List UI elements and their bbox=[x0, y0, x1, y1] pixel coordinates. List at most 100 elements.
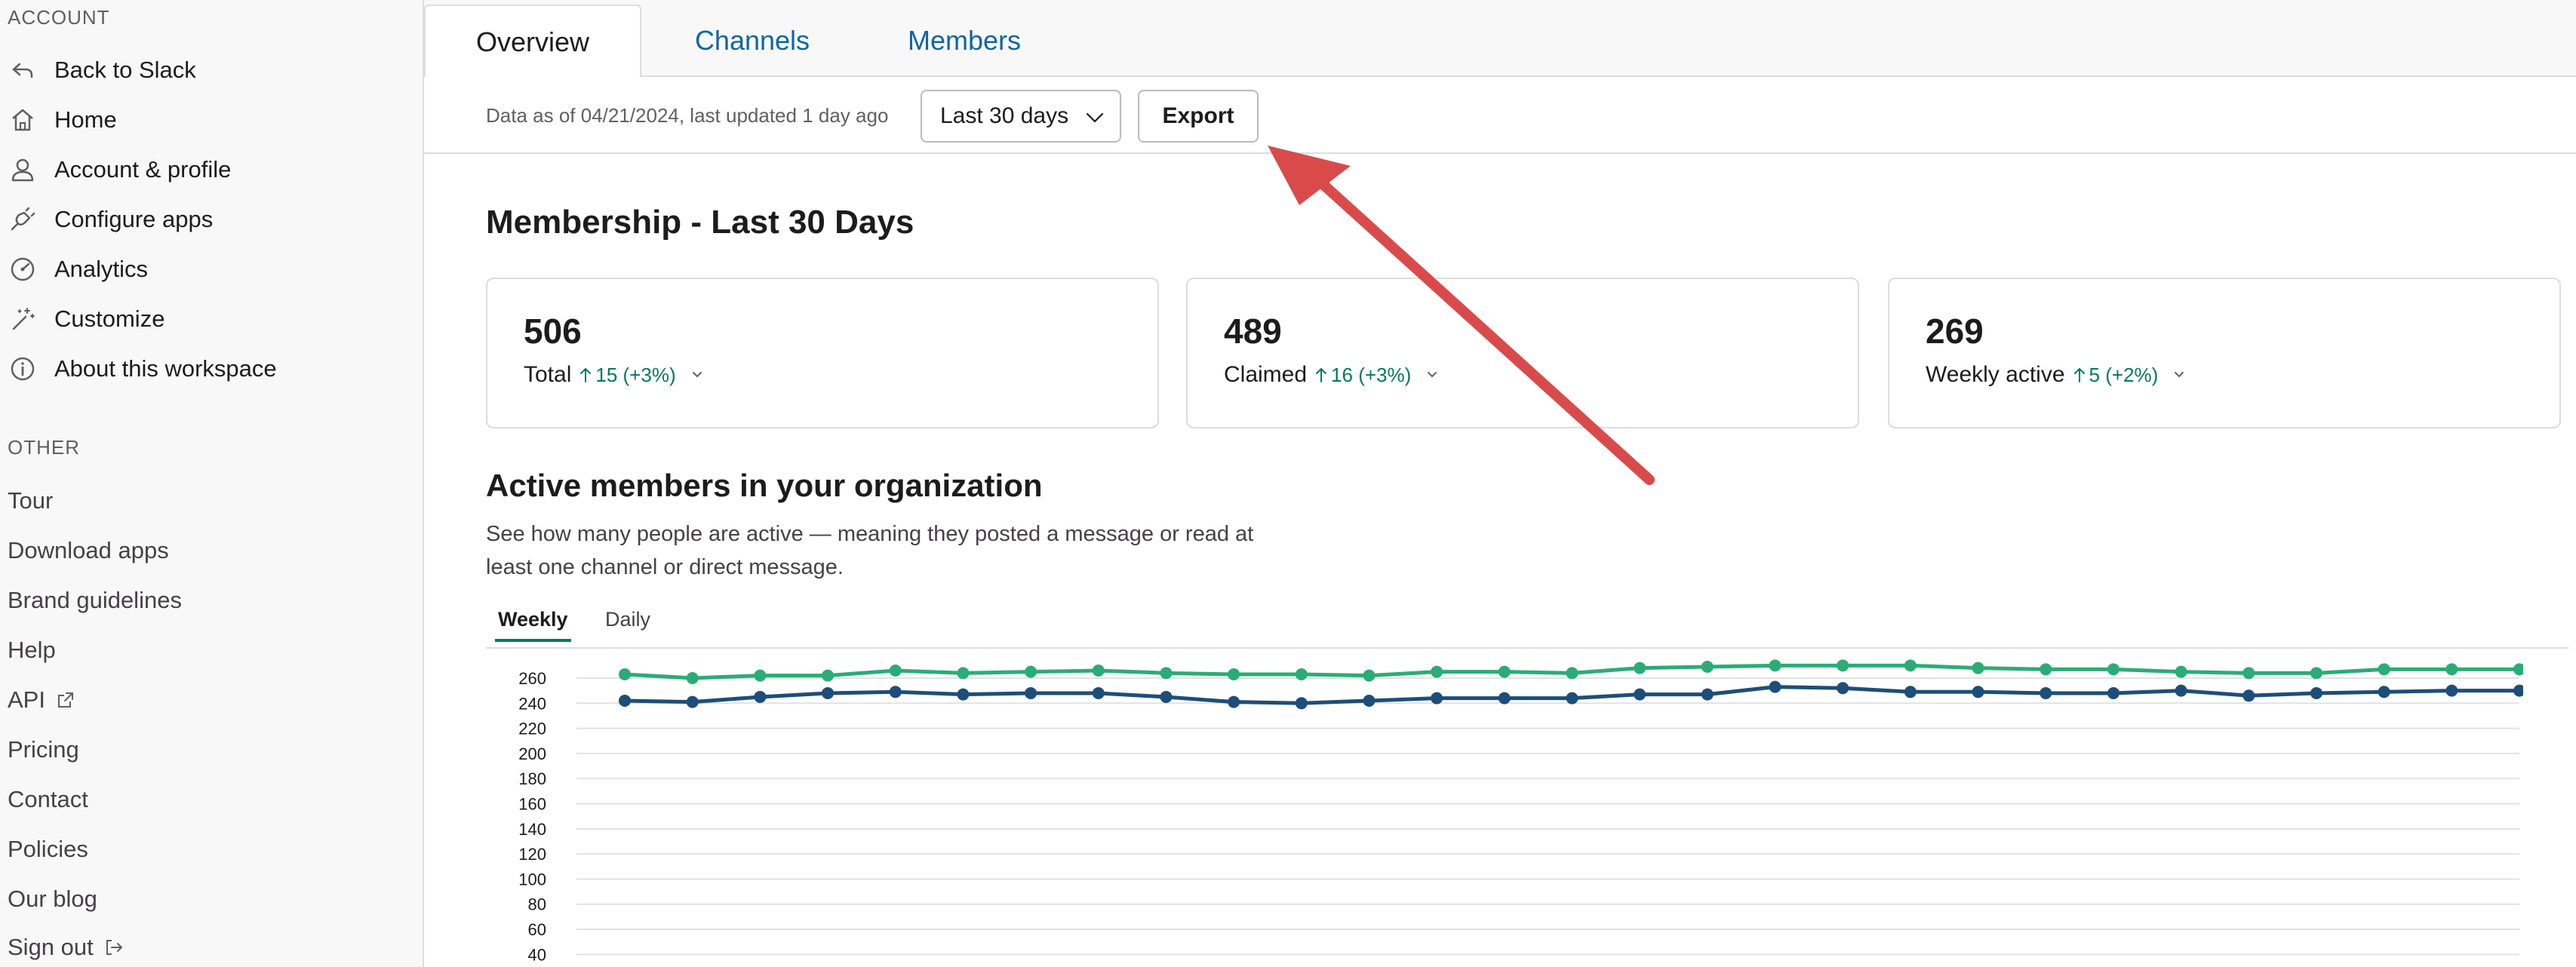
data-point[interactable] bbox=[1634, 662, 1646, 674]
sidebar-item-account-profile[interactable]: Account & profile bbox=[0, 147, 407, 192]
data-point[interactable] bbox=[1431, 692, 1443, 705]
sidebar-link-contact[interactable]: Contact bbox=[8, 786, 88, 813]
data-point[interactable] bbox=[957, 688, 970, 701]
data-point[interactable] bbox=[889, 686, 902, 698]
sidebar-link-label: Tour bbox=[8, 487, 54, 514]
data-point[interactable] bbox=[1092, 686, 1105, 699]
stat-card-weekly-active: 269 Weekly active 5 (+2%) bbox=[1888, 278, 2561, 428]
sign-out-icon bbox=[104, 938, 124, 957]
data-point[interactable] bbox=[1769, 680, 1781, 693]
data-point[interactable] bbox=[1498, 665, 1511, 678]
sidebar-link-brand-guidelines[interactable]: Brand guidelines bbox=[8, 587, 182, 614]
data-point[interactable] bbox=[1566, 667, 1578, 680]
stat-change: 5 (+2%) bbox=[2073, 364, 2187, 387]
sidebar-link-download-apps[interactable]: Download apps bbox=[8, 537, 169, 564]
chevron-down-icon[interactable] bbox=[1425, 367, 1440, 382]
sidebar-item-label: Home bbox=[54, 106, 117, 133]
sidebar-link-api[interactable]: API bbox=[8, 686, 75, 714]
data-point[interactable] bbox=[2445, 663, 2458, 676]
data-point[interactable] bbox=[1701, 660, 1714, 673]
export-button[interactable]: Export bbox=[1138, 90, 1259, 143]
data-point[interactable] bbox=[957, 667, 970, 680]
chevron-down-icon[interactable] bbox=[690, 367, 705, 382]
data-point[interactable] bbox=[2107, 663, 2120, 676]
sidebar-item-label: Analytics bbox=[54, 256, 149, 282]
data-point[interactable] bbox=[1160, 667, 1173, 680]
data-point[interactable] bbox=[1431, 665, 1443, 678]
data-point[interactable] bbox=[1498, 692, 1511, 705]
data-point[interactable] bbox=[2107, 686, 2120, 699]
sidebar-item-configure-apps[interactable]: Configure apps bbox=[0, 197, 407, 242]
data-point[interactable] bbox=[686, 695, 699, 708]
sidebar-item-customize[interactable]: Customize bbox=[0, 296, 407, 342]
data-point[interactable] bbox=[1295, 668, 1308, 680]
arrow-up-icon bbox=[580, 367, 592, 382]
data-point[interactable] bbox=[1769, 659, 1781, 672]
data-point[interactable] bbox=[2378, 686, 2390, 698]
sidebar-link-label: Our blog bbox=[8, 886, 97, 912]
other-heading: OTHER bbox=[8, 436, 80, 459]
data-point[interactable] bbox=[2242, 667, 2255, 680]
subtab-daily[interactable]: Daily bbox=[605, 608, 650, 631]
sidebar-item-home[interactable]: Home bbox=[0, 97, 407, 143]
tab-channels[interactable]: Channels bbox=[644, 5, 860, 77]
data-point[interactable] bbox=[1904, 686, 1917, 698]
data-point[interactable] bbox=[619, 668, 631, 680]
tab-members[interactable]: Members bbox=[860, 5, 1068, 77]
sidebar-link-help[interactable]: Help bbox=[8, 637, 56, 664]
data-point[interactable] bbox=[2513, 663, 2523, 676]
data-point[interactable] bbox=[2310, 667, 2322, 680]
tab-overview[interactable]: Overview bbox=[424, 5, 641, 78]
data-point[interactable] bbox=[1363, 669, 1376, 682]
sidebar-link-pricing[interactable]: Pricing bbox=[8, 736, 79, 763]
data-point[interactable] bbox=[1228, 695, 1240, 708]
data-point[interactable] bbox=[1701, 688, 1714, 701]
data-point[interactable] bbox=[754, 690, 767, 703]
sidebar-item-about-workspace[interactable]: About this workspace bbox=[0, 346, 407, 391]
data-point[interactable] bbox=[1904, 659, 1917, 672]
sidebar-item-back-to-slack[interactable]: Back to Slack bbox=[0, 48, 407, 93]
data-point[interactable] bbox=[1295, 697, 1308, 710]
data-point[interactable] bbox=[619, 694, 631, 707]
data-point[interactable] bbox=[2175, 684, 2187, 697]
y-tick-label: 100 bbox=[518, 870, 546, 889]
sidebar-item-label: Customize bbox=[54, 305, 165, 332]
data-point[interactable] bbox=[1025, 686, 1037, 699]
data-point[interactable] bbox=[1837, 659, 1849, 672]
data-point[interactable] bbox=[1837, 682, 1849, 695]
data-point[interactable] bbox=[1092, 664, 1105, 677]
data-point[interactable] bbox=[1566, 692, 1578, 705]
sidebar-link-sign-out[interactable]: Sign out bbox=[8, 934, 124, 961]
data-point[interactable] bbox=[1972, 662, 1984, 674]
data-point[interactable] bbox=[1634, 688, 1646, 701]
data-point[interactable] bbox=[889, 664, 902, 677]
subtab-weekly[interactable]: Weekly bbox=[495, 608, 571, 642]
date-range-select[interactable]: Last 30 days bbox=[921, 90, 1121, 143]
data-point[interactable] bbox=[2242, 689, 2255, 702]
stat-value: 506 bbox=[524, 312, 582, 351]
data-point[interactable] bbox=[2445, 684, 2458, 697]
chevron-down-icon[interactable] bbox=[2172, 367, 2187, 382]
data-point[interactable] bbox=[1228, 668, 1240, 680]
sidebar-item-analytics[interactable]: Analytics bbox=[0, 247, 407, 292]
y-tick-label: 240 bbox=[518, 694, 546, 713]
sidebar-link-tour[interactable]: Tour bbox=[8, 487, 53, 514]
data-point[interactable] bbox=[2378, 663, 2390, 676]
data-point[interactable] bbox=[2040, 663, 2052, 676]
data-point[interactable] bbox=[2040, 686, 2052, 699]
data-point[interactable] bbox=[686, 671, 699, 684]
data-point[interactable] bbox=[2310, 686, 2322, 699]
data-point[interactable] bbox=[2513, 684, 2523, 697]
sidebar-item-label: Configure apps bbox=[54, 206, 214, 232]
data-point[interactable] bbox=[1972, 686, 1984, 698]
sidebar-link-policies[interactable]: Policies bbox=[8, 836, 88, 863]
data-point[interactable] bbox=[1363, 694, 1376, 707]
data-point[interactable] bbox=[822, 669, 835, 682]
stat-label: Claimed bbox=[1224, 362, 1308, 387]
data-point[interactable] bbox=[822, 686, 835, 699]
data-point[interactable] bbox=[1160, 690, 1173, 703]
sidebar-link-our-blog[interactable]: Our blog bbox=[8, 886, 97, 913]
data-point[interactable] bbox=[754, 669, 767, 682]
data-point[interactable] bbox=[2175, 665, 2187, 678]
data-point[interactable] bbox=[1025, 665, 1037, 678]
